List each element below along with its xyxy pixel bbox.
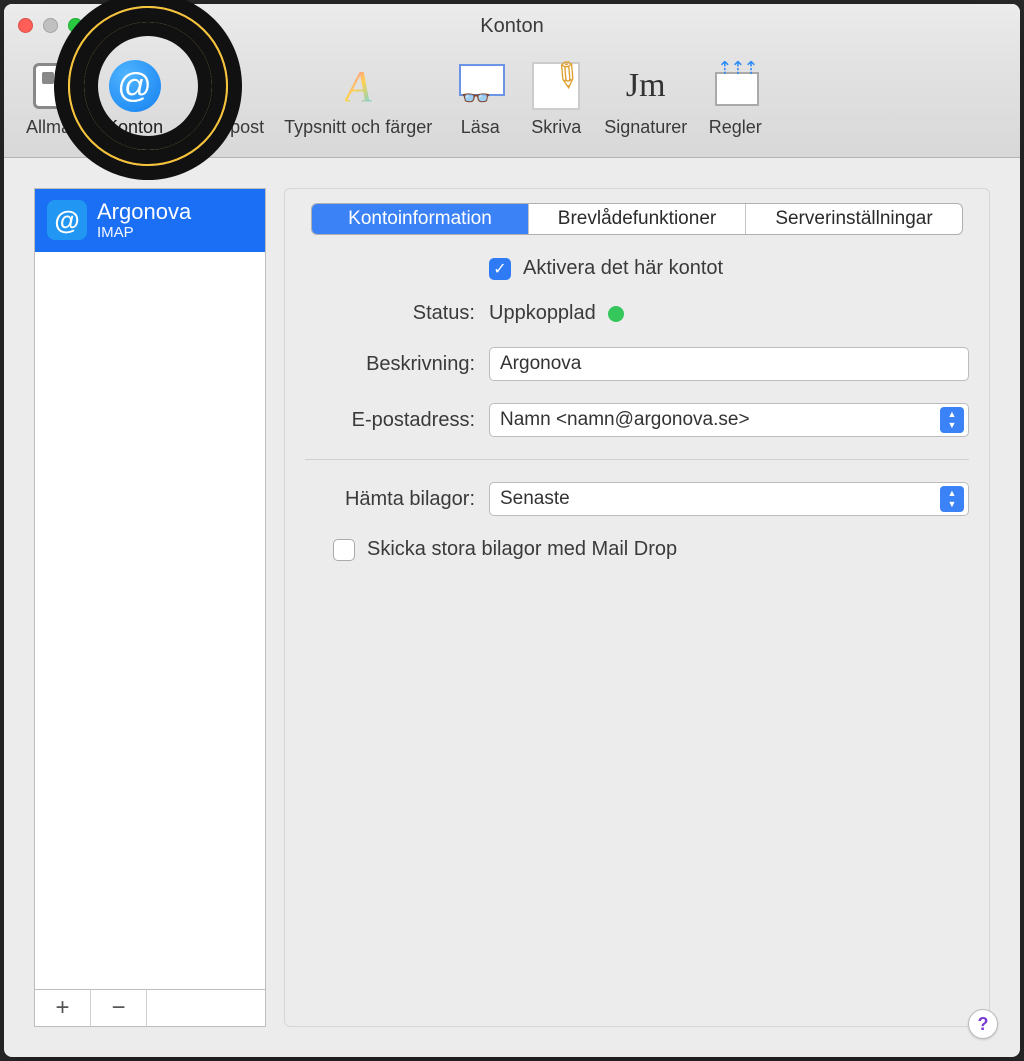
maildrop-checkbox[interactable] xyxy=(333,539,355,561)
window-controls xyxy=(18,18,83,33)
divider xyxy=(305,459,969,460)
signatures-icon: Jm xyxy=(618,58,674,114)
toolbar-item-accounts[interactable]: @ Konton xyxy=(102,56,167,140)
toolbar-label: Typsnitt och färger xyxy=(284,117,432,138)
content-area: @ Argonova IMAP + − Kontoinformation Bre… xyxy=(4,158,1020,1057)
toolbar-item-junk[interactable]: Skräppost xyxy=(179,56,268,140)
preferences-toolbar: Allmänt @ Konton Skräppost A Typsnitt oc… xyxy=(4,48,1020,158)
email-address-popup[interactable]: Namn <namn@argonova.se> ▲▼ xyxy=(489,403,969,437)
rules-icon xyxy=(707,58,763,114)
footer-spacer xyxy=(147,990,265,1026)
status-value: Uppkopplad xyxy=(489,302,596,325)
zoom-window-button[interactable] xyxy=(68,18,83,33)
account-form: ✓ Aktivera det här kontot Status: Uppkop… xyxy=(305,257,969,561)
tab-account-info[interactable]: Kontoinformation xyxy=(312,204,529,234)
enable-account-label: Aktivera det här kontot xyxy=(523,257,723,280)
account-type: IMAP xyxy=(97,224,191,241)
status-label: Status: xyxy=(305,302,475,325)
toolbar-label: Konton xyxy=(106,117,163,138)
settings-pane: Kontoinformation Brevlådefunktioner Serv… xyxy=(284,188,990,1027)
toolbar-item-signatures[interactable]: Jm Signaturer xyxy=(600,56,691,140)
remove-account-button[interactable]: − xyxy=(91,990,147,1026)
tab-server-settings[interactable]: Serverinställningar xyxy=(746,204,962,234)
accounts-list-footer: + − xyxy=(34,989,266,1027)
window-title: Konton xyxy=(4,15,1020,38)
titlebar: Konton xyxy=(4,4,1020,48)
toolbar-label: Skriva xyxy=(531,117,581,138)
email-label: E-postadress: xyxy=(305,409,475,432)
toolbar-label: Allmänt xyxy=(26,117,86,138)
description-label: Beskrivning: xyxy=(305,353,475,376)
accounts-sidebar: @ Argonova IMAP + − xyxy=(34,188,266,1027)
accounts-icon: @ xyxy=(107,58,163,114)
junk-icon xyxy=(196,58,252,114)
add-account-button[interactable]: + xyxy=(35,990,91,1026)
toolbar-label: Signaturer xyxy=(604,117,687,138)
preferences-window: Konton Allmänt @ Konton Skräppost A Typs… xyxy=(4,4,1020,1057)
updown-icon: ▲▼ xyxy=(940,486,964,512)
toolbar-item-composing[interactable]: Skriva xyxy=(524,56,588,140)
account-texts: Argonova IMAP xyxy=(97,199,191,242)
enable-account-checkbox[interactable]: ✓ xyxy=(489,258,511,280)
account-name: Argonova xyxy=(97,199,191,224)
download-attachments-value: Senaste xyxy=(500,488,940,510)
attachments-label: Hämta bilagor: xyxy=(305,488,475,511)
toolbar-item-viewing[interactable]: Läsa xyxy=(448,56,512,140)
fonts-icon: A xyxy=(330,58,386,114)
toolbar-label: Regler xyxy=(709,117,762,138)
download-attachments-popup[interactable]: Senaste ▲▼ xyxy=(489,482,969,516)
close-window-button[interactable] xyxy=(18,18,33,33)
account-row[interactable]: @ Argonova IMAP xyxy=(35,189,265,252)
toolbar-label: Skräppost xyxy=(183,117,264,138)
toolbar-label: Läsa xyxy=(461,117,500,138)
composing-icon xyxy=(528,58,584,114)
minimize-window-button[interactable] xyxy=(43,18,58,33)
viewing-icon xyxy=(452,58,508,114)
description-input[interactable] xyxy=(489,347,969,381)
status-indicator-icon xyxy=(608,306,624,322)
maildrop-label: Skicka stora bilagor med Mail Drop xyxy=(367,538,677,561)
toolbar-item-fonts[interactable]: A Typsnitt och färger xyxy=(280,56,436,140)
accounts-list[interactable]: @ Argonova IMAP xyxy=(34,188,266,989)
email-address-value: Namn <namn@argonova.se> xyxy=(500,409,940,431)
toolbar-item-rules[interactable]: Regler xyxy=(703,56,767,140)
general-icon xyxy=(28,58,84,114)
updown-icon: ▲▼ xyxy=(940,407,964,433)
help-button[interactable]: ? xyxy=(968,1009,998,1039)
tab-mailbox-behaviors[interactable]: Brevlådefunktioner xyxy=(529,204,746,234)
at-icon: @ xyxy=(47,200,87,240)
toolbar-item-general[interactable]: Allmänt xyxy=(22,56,90,140)
account-tabs: Kontoinformation Brevlådefunktioner Serv… xyxy=(311,203,963,235)
